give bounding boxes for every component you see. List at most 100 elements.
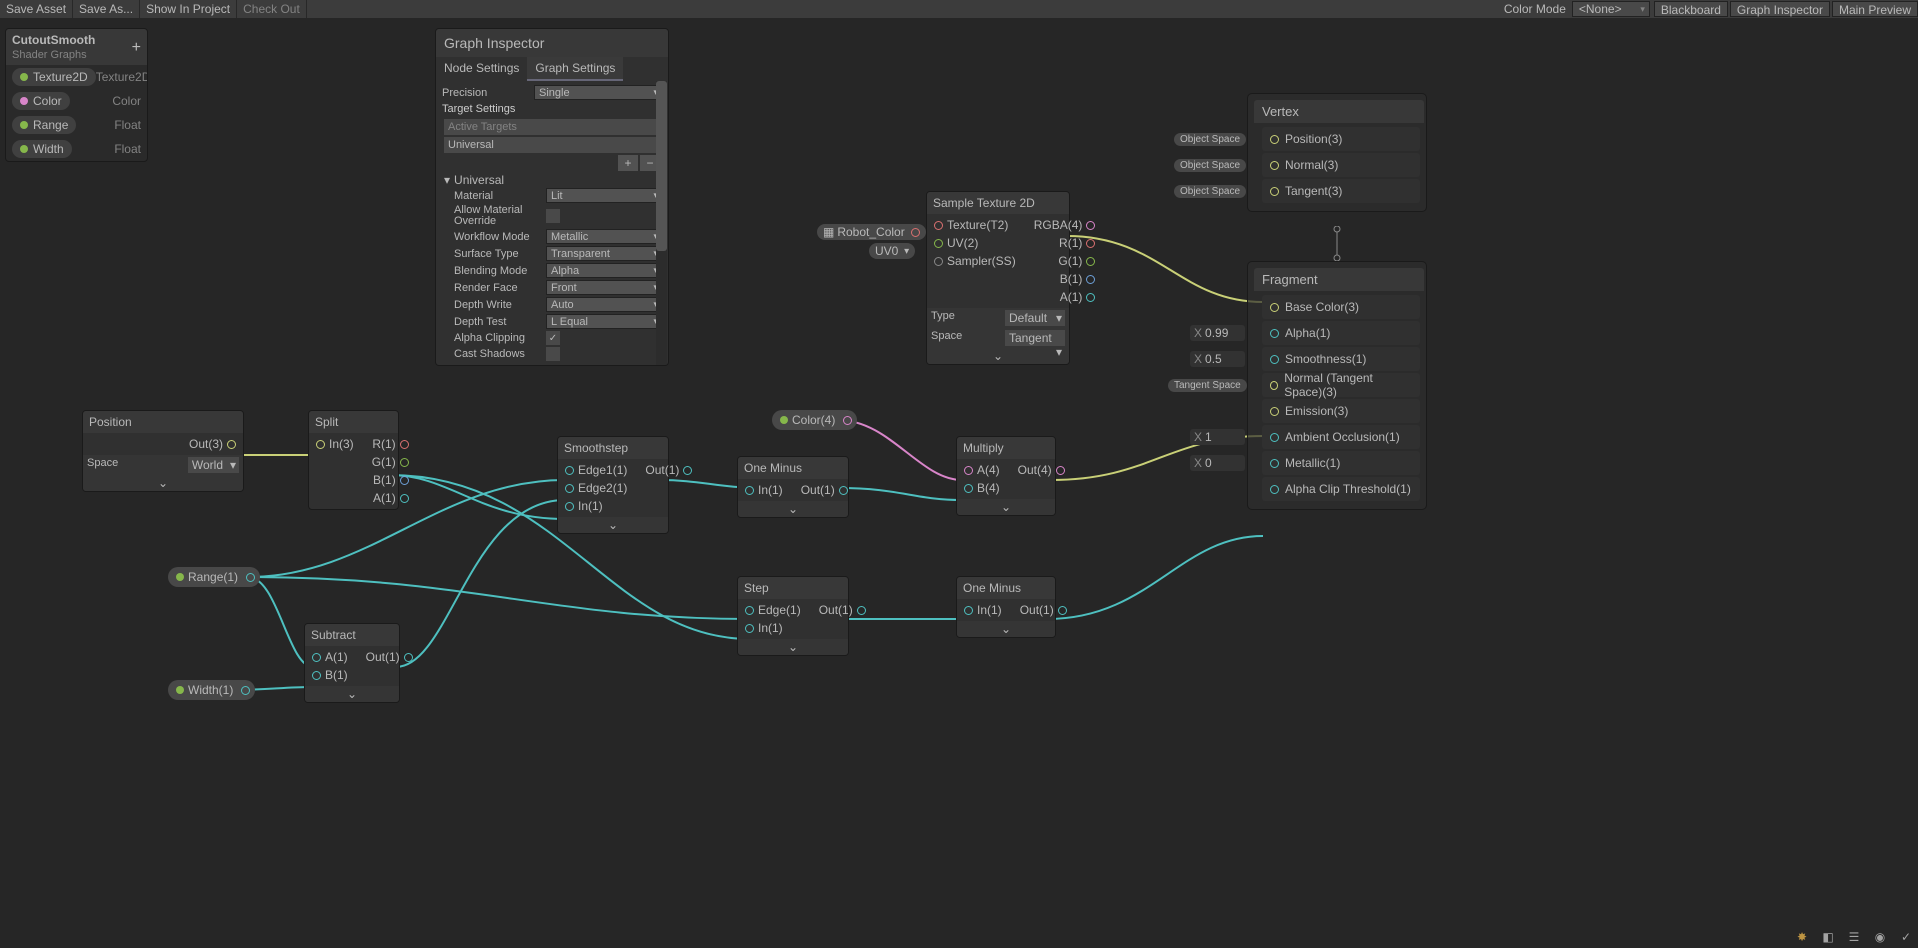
output-port[interactable]: Out(1): [816, 601, 869, 619]
color-property-pill[interactable]: Color(4): [772, 410, 857, 430]
graph-inspector-toggle[interactable]: Graph Inspector: [1730, 1, 1830, 17]
input-port[interactable]: UV(2): [931, 234, 1019, 252]
width-property-pill[interactable]: Width(1): [168, 680, 255, 700]
ao-slot[interactable]: Ambient Occlusion(1): [1262, 425, 1420, 449]
inspector-scrollbar[interactable]: [656, 81, 667, 365]
bug-icon[interactable]: ✸: [1794, 929, 1810, 945]
output-port[interactable]: A(1): [369, 489, 412, 507]
workflow-dropdown[interactable]: Metallic: [546, 229, 662, 244]
normal-slot[interactable]: Normal (Tangent Space)(3): [1262, 373, 1420, 397]
target-item[interactable]: Universal: [444, 137, 660, 153]
split-node[interactable]: Split In(3) R(1) G(1) B(1) A(1): [308, 410, 399, 510]
main-preview-toggle[interactable]: Main Preview: [1832, 1, 1918, 17]
output-port[interactable]: A(1): [1031, 288, 1099, 306]
fragment-stack[interactable]: Fragment Base Color(3) X0.99 Alpha(1) X0…: [1247, 261, 1427, 510]
blackboard-item[interactable]: Width Float: [6, 137, 147, 161]
eye-icon[interactable]: ◉: [1872, 929, 1888, 945]
blending-dropdown[interactable]: Alpha: [546, 263, 662, 278]
output-port[interactable]: B(1): [1031, 270, 1099, 288]
one-minus-node[interactable]: One Minus In(1) Out(1): [956, 576, 1056, 638]
output-port[interactable]: Out(1): [798, 481, 851, 499]
range-property-pill[interactable]: Range(1): [168, 567, 260, 587]
multiply-node[interactable]: Multiply A(4) B(4) Out(4): [956, 436, 1056, 516]
collapse-button[interactable]: [305, 686, 399, 702]
depth-test-dropdown[interactable]: L Equal: [546, 314, 662, 329]
output-port[interactable]: Out(4): [1015, 461, 1068, 479]
collapse-button[interactable]: [927, 348, 1069, 364]
material-dropdown[interactable]: Lit: [546, 188, 662, 203]
save-asset-button[interactable]: Save Asset: [0, 0, 73, 18]
blackboard-item[interactable]: Range Float: [6, 113, 147, 137]
surface-dropdown[interactable]: Transparent: [546, 246, 662, 261]
input-port[interactable]: B(4): [961, 479, 1003, 497]
position-node[interactable]: Position Out(3) Space World▾: [82, 410, 244, 492]
input-port[interactable]: Edge2(1): [562, 479, 630, 497]
input-port[interactable]: In(1): [961, 601, 1005, 619]
metallic-slot[interactable]: Metallic(1): [1262, 451, 1420, 475]
input-port[interactable]: Edge1(1): [562, 461, 630, 479]
output-port[interactable]: RGBA(4): [1031, 216, 1099, 234]
collapse-button[interactable]: [957, 621, 1055, 637]
output-port[interactable]: G(1): [1031, 252, 1099, 270]
check-circle-icon[interactable]: ✓: [1898, 929, 1914, 945]
graph-inspector[interactable]: Graph Inspector Node Settings Graph Sett…: [435, 28, 669, 366]
vertex-tangent-slot[interactable]: Tangent(3): [1262, 179, 1420, 203]
output-port[interactable]: R(1): [369, 435, 412, 453]
blackboard-item[interactable]: Color Color: [6, 89, 147, 113]
allow-override-checkbox[interactable]: [546, 209, 560, 223]
input-port[interactable]: In(3): [313, 435, 357, 453]
output-port[interactable]: Out(3): [186, 435, 239, 453]
alpha-x-field[interactable]: X0.99: [1190, 325, 1245, 341]
input-port[interactable]: A(4): [961, 461, 1003, 479]
collapse-button[interactable]: [83, 475, 243, 491]
precision-dropdown[interactable]: Single: [534, 85, 662, 100]
alpha-clipping-checkbox[interactable]: ✓: [546, 331, 560, 345]
input-port[interactable]: In(1): [742, 619, 804, 637]
tab-graph-settings[interactable]: Graph Settings: [527, 57, 623, 81]
cube-icon[interactable]: ◧: [1820, 929, 1836, 945]
input-port[interactable]: A(1): [309, 648, 351, 666]
tab-node-settings[interactable]: Node Settings: [436, 57, 527, 81]
blackboard-toggle[interactable]: Blackboard: [1654, 1, 1728, 17]
cast-shadows-checkbox[interactable]: [546, 347, 560, 361]
foldout-universal[interactable]: ▾Universal: [444, 173, 668, 187]
alpha-clip-slot[interactable]: Alpha Clip Threshold(1): [1262, 477, 1420, 501]
input-port[interactable]: Texture(T2): [931, 216, 1019, 234]
type-dropdown[interactable]: Default▾: [1005, 310, 1065, 326]
smoothness-slot[interactable]: Smoothness(1): [1262, 347, 1420, 371]
output-port[interactable]: G(1): [369, 453, 412, 471]
emission-slot[interactable]: Emission(3): [1262, 399, 1420, 423]
depth-write-dropdown[interactable]: Auto: [546, 297, 662, 312]
smoothstep-node[interactable]: Smoothstep Edge1(1) Edge2(1) In(1) Out(1…: [557, 436, 669, 534]
collapse-button[interactable]: [738, 639, 848, 655]
input-port[interactable]: Sampler(SS): [931, 252, 1019, 270]
output-port[interactable]: Out(1): [1017, 601, 1070, 619]
subtract-node[interactable]: Subtract A(1) B(1) Out(1): [304, 623, 400, 703]
space-dropdown[interactable]: World▾: [188, 457, 239, 473]
vertex-stack[interactable]: Vertex Object Space Position(3) Object S…: [1247, 93, 1427, 212]
alpha-slot[interactable]: Alpha(1): [1262, 321, 1420, 345]
basecolor-slot[interactable]: Base Color(3): [1262, 295, 1420, 319]
blackboard[interactable]: CutoutSmooth Shader Graphs + Texture2D T…: [5, 28, 148, 162]
collapse-button[interactable]: [738, 501, 848, 517]
collapse-button[interactable]: [957, 499, 1055, 515]
input-port[interactable]: In(1): [562, 497, 630, 515]
blackboard-item[interactable]: Texture2D Texture2D: [6, 65, 147, 89]
output-port[interactable]: R(1): [1031, 234, 1099, 252]
output-port[interactable]: Out(1): [642, 461, 695, 479]
panel-icon[interactable]: ☰: [1846, 929, 1862, 945]
texture-property-pill[interactable]: ▦Robot_Color: [817, 224, 926, 240]
graph-canvas[interactable]: CutoutSmooth Shader Graphs + Texture2D T…: [0, 18, 1918, 948]
uv-property-pill[interactable]: UV0 ▾: [869, 243, 915, 259]
input-port[interactable]: Edge(1): [742, 601, 804, 619]
vertex-position-slot[interactable]: Position(3): [1262, 127, 1420, 151]
output-port[interactable]: Out(1): [363, 648, 416, 666]
blackboard-add-button[interactable]: +: [132, 39, 141, 57]
ao-x-field[interactable]: X1: [1190, 429, 1245, 445]
output-port[interactable]: B(1): [369, 471, 412, 489]
metallic-x-field[interactable]: X0: [1190, 455, 1245, 471]
one-minus-node[interactable]: One Minus In(1) Out(1): [737, 456, 849, 518]
show-in-project-button[interactable]: Show In Project: [140, 0, 237, 18]
space-dropdown[interactable]: Tangent▾: [1005, 330, 1065, 346]
step-node[interactable]: Step Edge(1) In(1) Out(1): [737, 576, 849, 656]
